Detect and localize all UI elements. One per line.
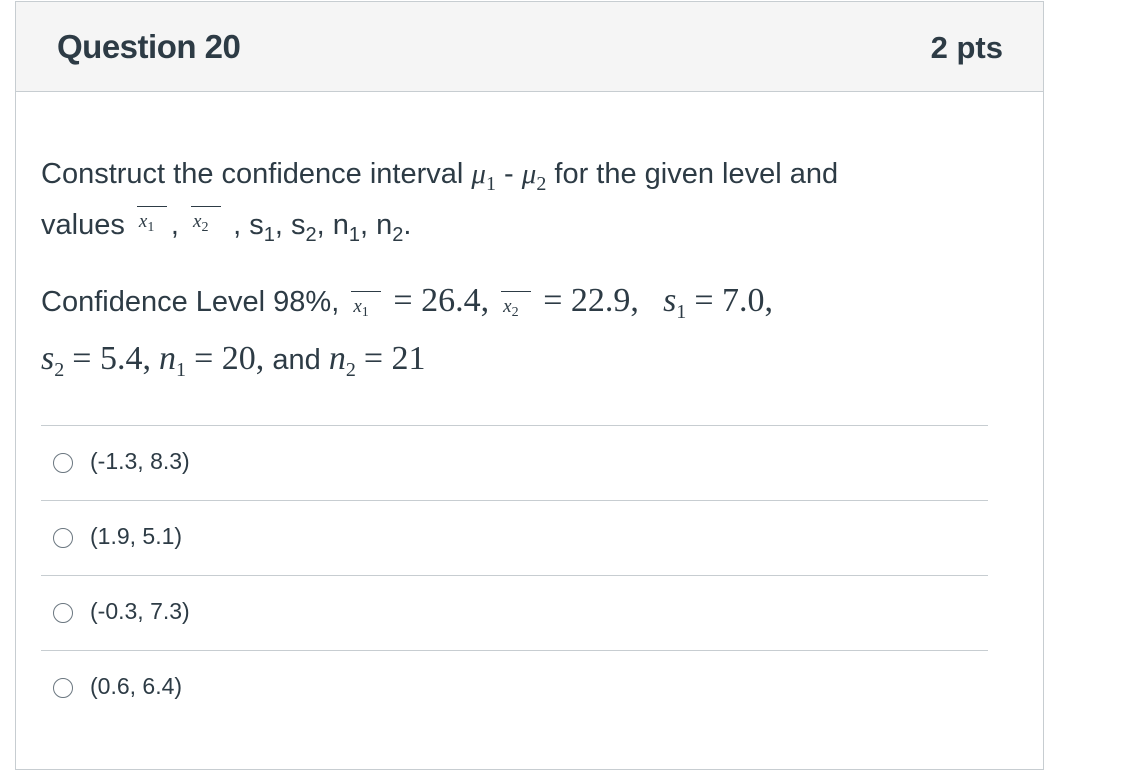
radio-button[interactable]	[53, 528, 73, 548]
s2-symbol: s2	[41, 340, 65, 381]
confidence-level: Confidence Level 98%,	[41, 286, 340, 318]
answer-option[interactable]: (0.6, 6.4)	[41, 650, 988, 725]
answer-option[interactable]: (-0.3, 7.3)	[41, 575, 988, 650]
mu2-symbol: μ2	[521, 158, 547, 195]
answer-list: (-1.3, 8.3) (1.9, 5.1) (-0.3, 7.3) (0.6,…	[41, 425, 988, 725]
n1-value: = 20,	[194, 340, 265, 377]
radio-button[interactable]	[53, 603, 73, 623]
answer-label[interactable]: (1.9, 5.1)	[90, 523, 182, 550]
given-line-1: Confidence Level 98%, x1 = 26.4, x2 = 22…	[41, 274, 1021, 332]
question-header: Question 20 2 pts	[16, 2, 1043, 92]
s1-value: = 7.0,	[694, 282, 774, 319]
s1-symbol: s1	[663, 282, 687, 323]
s2-value: = 5.4,	[72, 340, 151, 377]
given-values: Confidence Level 98%, x1 = 26.4, x2 = 22…	[41, 274, 1021, 390]
prompt-line-1: Construct the confidence interval μ1 - μ…	[41, 158, 839, 195]
question-title: Question 20	[57, 28, 241, 65]
question-points: 2 pts	[930, 30, 1003, 65]
n1-symbol: n1	[159, 340, 187, 381]
question-prompt: Construct the confidence interval μ1 - μ…	[41, 150, 1001, 252]
prompt-line-2: values x1, x2 , s1, s2, n1, n2.	[41, 201, 1001, 252]
mu1-symbol: μ1	[471, 158, 496, 195]
n2-symbol: n2	[328, 340, 356, 381]
variable-list: , s1, s2, n1, n2.	[233, 209, 412, 246]
x1-bar-symbol: x1	[347, 289, 385, 320]
x1-bar-symbol: x1	[133, 204, 171, 235]
n2-value: = 21	[363, 340, 426, 377]
x2-bar-symbol: x2	[187, 204, 225, 235]
answer-label[interactable]: (-0.3, 7.3)	[90, 598, 190, 625]
answer-label[interactable]: (-1.3, 8.3)	[90, 448, 190, 475]
given-line-2: s2 = 5.4, n1 = 20, and n2 = 21	[41, 332, 1021, 390]
answer-option[interactable]: (1.9, 5.1)	[41, 500, 988, 575]
radio-button[interactable]	[53, 453, 73, 473]
answer-label[interactable]: (0.6, 6.4)	[90, 673, 182, 700]
and-text: and	[272, 344, 321, 376]
radio-button[interactable]	[53, 678, 73, 698]
x2-value: = 22.9,	[543, 282, 639, 319]
x2-bar-symbol: x2	[497, 289, 535, 320]
x1-value: = 26.4,	[393, 282, 490, 319]
answer-option[interactable]: (-1.3, 8.3)	[41, 425, 988, 500]
